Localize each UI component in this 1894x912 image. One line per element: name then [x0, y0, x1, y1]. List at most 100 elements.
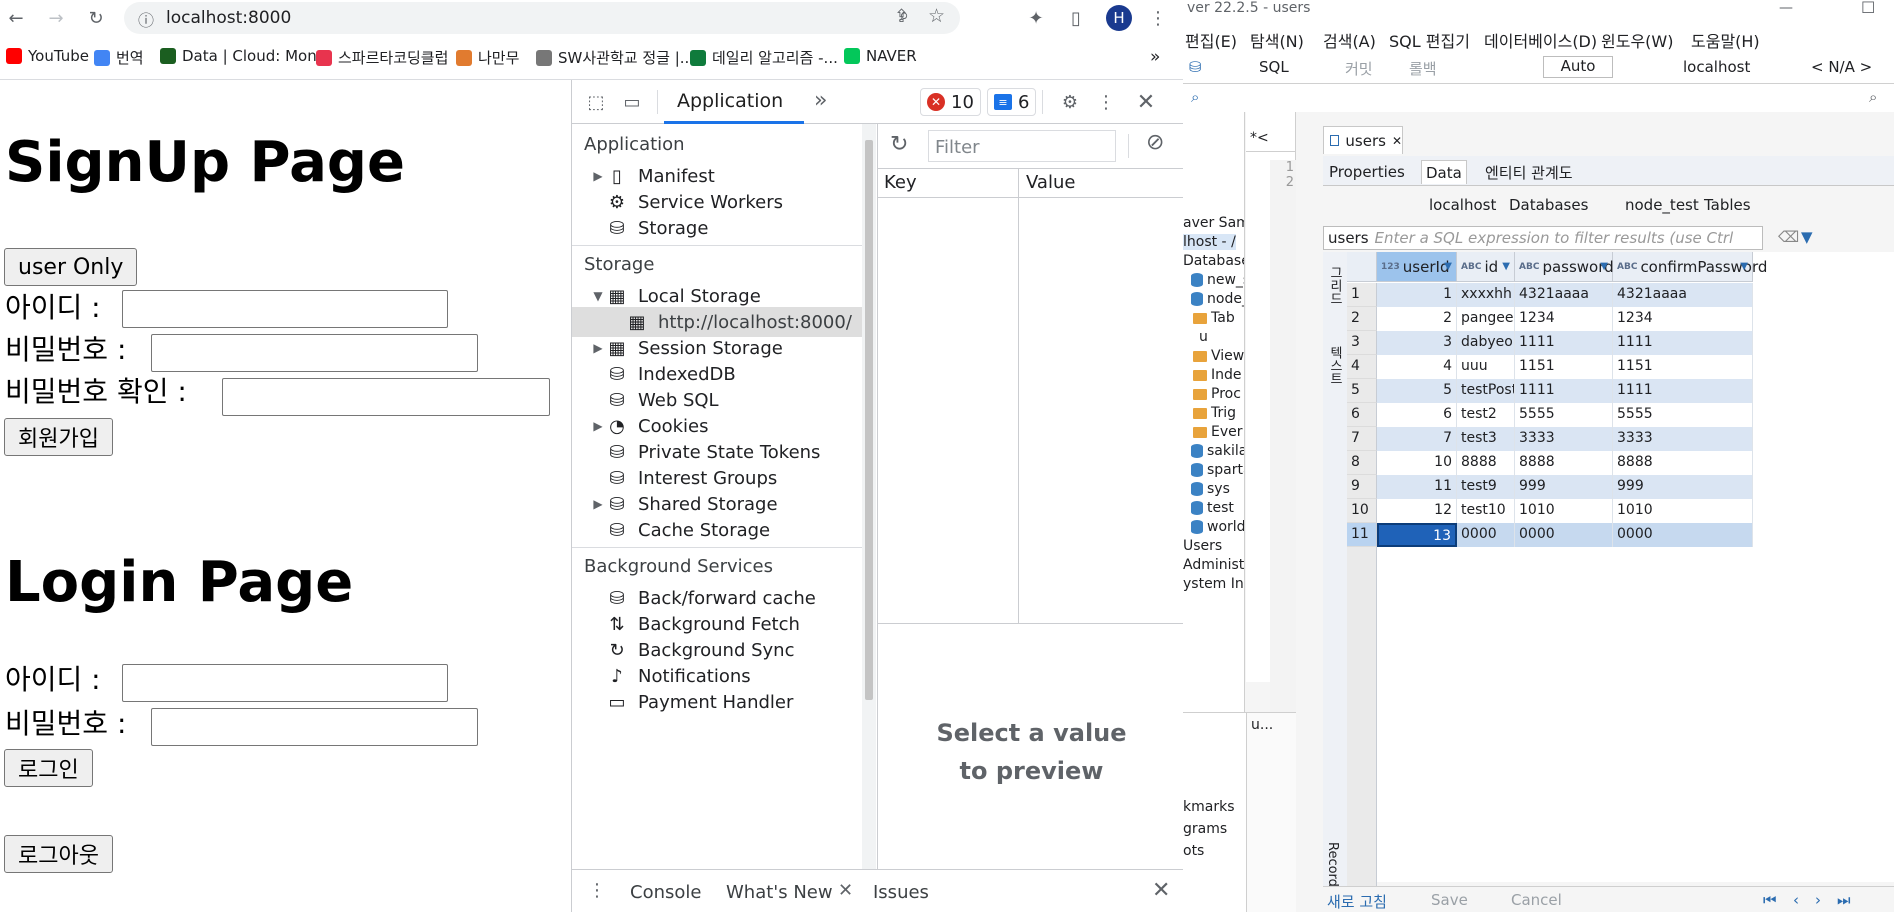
- expand-arrow-icon[interactable]: ▶: [590, 497, 606, 511]
- menu-navigate[interactable]: 탐색(N): [1250, 28, 1304, 52]
- lower-tab[interactable]: u...: [1251, 717, 1273, 733]
- table-row[interactable]: 1 1 xxxxhh 4321aaaa 4321aaaa: [1347, 283, 1894, 307]
- row-number[interactable]: 3: [1347, 331, 1377, 355]
- table-row[interactable]: 6 6 test2 5555 5555: [1347, 403, 1894, 427]
- clear-all-icon[interactable]: ⊘: [1146, 130, 1164, 155]
- navigator-item[interactable]: node_t: [1191, 291, 1244, 307]
- table-cell[interactable]: 3333: [1613, 427, 1753, 451]
- table-cell[interactable]: 11: [1377, 475, 1457, 499]
- close-drawer-icon[interactable]: ✕: [1152, 878, 1170, 903]
- sidebar-item[interactable]: ⛁ Cache Storage: [572, 515, 862, 545]
- table-cell[interactable]: 12: [1377, 499, 1457, 523]
- table-cell[interactable]: 5: [1377, 379, 1457, 403]
- column-header[interactable]: ABC id ▼: [1457, 252, 1515, 282]
- table-cell[interactable]: xxxxhh: [1457, 283, 1515, 307]
- sort-filter-icon[interactable]: ▼: [1600, 261, 1608, 272]
- search-icon[interactable]: ⌕: [1191, 88, 1199, 106]
- navigator-item[interactable]: sys: [1191, 481, 1230, 497]
- table-row[interactable]: 10 12 test10 1010 1010: [1347, 499, 1894, 523]
- signup-pw-confirm-input[interactable]: [222, 378, 550, 416]
- menu-kebab-icon[interactable]: ⋮: [1146, 6, 1170, 30]
- address-bar[interactable]: ⓘ localhost:8000 ⇪ ☆: [124, 2, 960, 34]
- users-table-tab[interactable]: users ✕: [1323, 126, 1403, 154]
- menu-edit[interactable]: 편집(E): [1185, 28, 1237, 52]
- table-cell[interactable]: 1234: [1515, 307, 1613, 331]
- expanded-arrow-icon[interactable]: ▼: [590, 289, 606, 303]
- close-tab-icon[interactable]: ✕: [1392, 134, 1402, 148]
- subtab-er-diagram[interactable]: 엔티티 관계도: [1481, 160, 1577, 184]
- row-number[interactable]: 8: [1347, 451, 1377, 475]
- subtab-data[interactable]: Data: [1421, 160, 1467, 184]
- commit-button[interactable]: 커밋: [1345, 58, 1373, 79]
- filter-eraser-icon[interactable]: ⌫: [1778, 228, 1799, 246]
- refresh-button[interactable]: 새로 고침: [1327, 891, 1387, 912]
- rollback-button[interactable]: 롤백: [1409, 58, 1437, 79]
- table-cell[interactable]: 1151: [1515, 355, 1613, 379]
- table-cell[interactable]: test10: [1457, 499, 1515, 523]
- active-connection-select[interactable]: localhost: [1683, 58, 1750, 76]
- menu-database[interactable]: 데이터베이스(D): [1484, 28, 1597, 52]
- lower-item[interactable]: kmarks: [1183, 799, 1234, 815]
- table-cell[interactable]: 1111: [1613, 331, 1753, 355]
- table-cell[interactable]: 1111: [1515, 331, 1613, 355]
- navigator-item[interactable]: world: [1191, 519, 1244, 535]
- navigator-item[interactable]: u: [1199, 329, 1208, 345]
- table-row[interactable]: 4 4 uuu 1151 1151: [1347, 355, 1894, 379]
- minimize-icon[interactable]: —: [1779, 0, 1793, 16]
- table-cell[interactable]: 0000: [1515, 523, 1613, 547]
- bookmark-item[interactable]: 데일리 알고리즘 -...: [690, 47, 838, 68]
- navigator-item[interactable]: test: [1191, 500, 1234, 516]
- column-header[interactable]: ABC password ▼: [1515, 252, 1614, 282]
- navigator-item[interactable]: Proc: [1193, 386, 1241, 402]
- table-cell[interactable]: 4321aaaa: [1515, 283, 1613, 307]
- table-row[interactable]: 11 13 0000 0000 0000: [1347, 523, 1894, 547]
- settings-gear-icon[interactable]: ⚙: [1058, 90, 1082, 114]
- navigator-item[interactable]: lhost - /: [1183, 234, 1236, 250]
- active-schema-select[interactable]: < N/A >: [1811, 58, 1872, 76]
- sort-filter-icon[interactable]: ▼: [1740, 261, 1748, 272]
- navigator-item[interactable]: Ever: [1193, 424, 1243, 440]
- grid-view-tab[interactable]: 그리드: [1325, 266, 1344, 305]
- menu-sql-editor[interactable]: SQL 편집기: [1389, 28, 1470, 52]
- bookmark-item[interactable]: 스파르타코딩클럽: [316, 47, 448, 68]
- table-cell[interactable]: 1010: [1515, 499, 1613, 523]
- sidebar-item[interactable]: ▭ Payment Handler: [572, 687, 862, 717]
- row-number[interactable]: 10: [1347, 499, 1377, 523]
- table-cell[interactable]: 1010: [1613, 499, 1753, 523]
- more-bookmarks-icon[interactable]: »: [1150, 47, 1160, 67]
- table-row[interactable]: 2 2 pangeei 1234 1234: [1347, 307, 1894, 331]
- table-cell[interactable]: 2: [1377, 307, 1457, 331]
- crumb-databases[interactable]: Databases: [1509, 196, 1588, 214]
- navigator-item[interactable]: Users: [1183, 538, 1222, 554]
- maximize-icon[interactable]: ☐: [1861, 0, 1875, 17]
- sort-filter-icon[interactable]: ▼: [1444, 261, 1452, 272]
- lower-item[interactable]: grams: [1183, 821, 1227, 837]
- row-number[interactable]: 9: [1347, 475, 1377, 499]
- back-icon[interactable]: ←: [4, 6, 28, 30]
- table-cell[interactable]: pangeei: [1457, 307, 1515, 331]
- table-row[interactable]: 5 5 testPost 1111 1111: [1347, 379, 1894, 403]
- row-number[interactable]: 2: [1347, 307, 1377, 331]
- table-cell[interactable]: 7: [1377, 427, 1457, 451]
- reload-icon[interactable]: ↻: [84, 6, 108, 30]
- navigator-item[interactable]: sakila: [1191, 443, 1244, 459]
- navigator-item[interactable]: Inde: [1193, 367, 1242, 383]
- table-cell[interactable]: 999: [1515, 475, 1613, 499]
- subtab-properties[interactable]: Properties: [1325, 160, 1409, 184]
- connect-icon[interactable]: ⛁: [1189, 58, 1202, 76]
- inspect-element-icon[interactable]: ⬚: [584, 90, 608, 114]
- table-cell[interactable]: dabyeon: [1457, 331, 1515, 355]
- row-number[interactable]: 5: [1347, 379, 1377, 403]
- login-id-input[interactable]: [122, 664, 448, 702]
- sql-filter-input[interactable]: users Enter a SQL expression to filter r…: [1323, 226, 1763, 250]
- table-row[interactable]: 33dabyeon11111111: [1347, 331, 1894, 355]
- sidebar-item[interactable]: ⛁ Storage: [572, 213, 862, 243]
- table-cell[interactable]: 8888: [1457, 451, 1515, 475]
- cancel-button[interactable]: Cancel: [1511, 891, 1562, 909]
- row-number[interactable]: 11: [1347, 523, 1377, 547]
- navigator-item[interactable]: Trig: [1193, 405, 1236, 421]
- user-only-button[interactable]: user Only: [4, 248, 138, 286]
- more-tabs-icon[interactable]: »: [814, 88, 827, 113]
- filter-funnel-icon[interactable]: ▼: [1801, 228, 1813, 246]
- table-cell[interactable]: 5555: [1515, 403, 1613, 427]
